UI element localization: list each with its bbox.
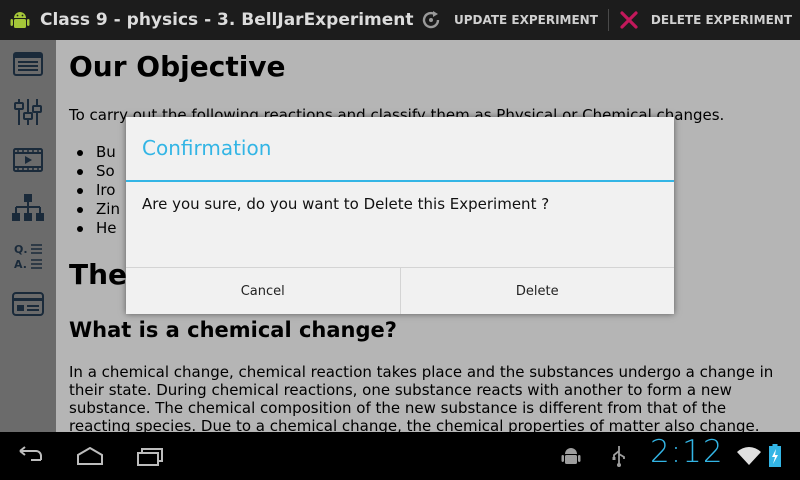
dialog-title-divider bbox=[126, 180, 674, 182]
wifi-icon bbox=[736, 432, 762, 480]
recent-apps-icon bbox=[137, 448, 163, 466]
back-icon bbox=[19, 446, 42, 461]
usb-icon bbox=[610, 432, 628, 480]
recent-apps-button[interactable] bbox=[120, 432, 180, 480]
dialog-message: Are you sure, do you want to Delete this… bbox=[142, 195, 550, 213]
battery-icon bbox=[768, 432, 782, 480]
system-bar: 2:12 bbox=[0, 432, 800, 480]
clock[interactable]: 2:12 bbox=[650, 434, 724, 470]
cancel-button[interactable]: Cancel bbox=[126, 268, 400, 314]
home-icon bbox=[77, 447, 103, 465]
confirmation-dialog: Confirmation Are you sure, do you want t… bbox=[126, 117, 674, 314]
android-debug-icon bbox=[560, 432, 582, 480]
dialog-button-row: Cancel Delete bbox=[126, 267, 674, 314]
delete-button[interactable]: Delete bbox=[399, 268, 675, 314]
dialog-title: Confirmation bbox=[142, 136, 272, 160]
home-button[interactable] bbox=[60, 432, 120, 480]
back-button[interactable] bbox=[0, 432, 60, 480]
